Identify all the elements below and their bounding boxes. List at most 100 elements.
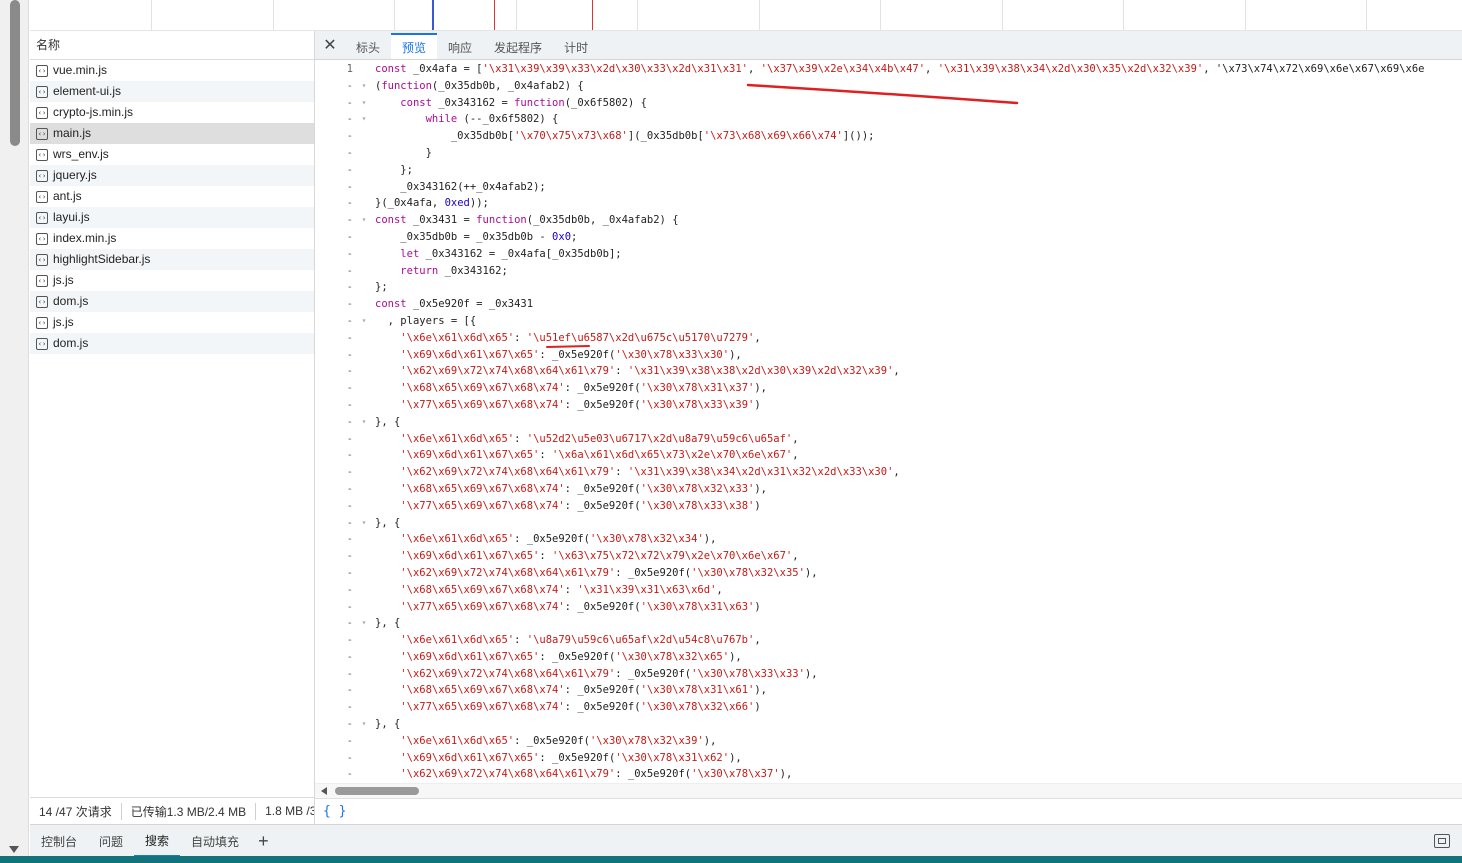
fold-toggle-icon[interactable]: ▾ [357,95,371,112]
add-tab-icon[interactable]: + [250,831,277,852]
pretty-print-button[interactable]: { } [315,798,1462,824]
request-item[interactable]: ‹› jquery.js [30,165,314,186]
code-line: - ▾ const _0x343162 = function(_0x6f5802)… [315,95,1462,112]
request-item-name: js.js [53,273,74,287]
line-number: - [346,550,353,563]
request-item[interactable]: ‹› dom.js [30,291,314,312]
scroll-left-arrow-icon[interactable] [321,787,327,795]
line-number: - [346,130,353,143]
request-item[interactable]: ‹› dom.js [30,333,314,354]
script-file-icon: ‹› [36,127,48,140]
request-item[interactable]: ‹› layui.js [30,207,314,228]
request-item-name: index.min.js [53,231,117,245]
request-item[interactable]: ‹› element-ui.js [30,81,314,102]
code-text: '\x6e\x61\x6d\x65': '\u52d2\u5e03\u6717\… [400,432,799,445]
request-item[interactable]: ‹› js.js [30,270,314,291]
line-number: - [346,533,353,546]
code-line: 1 const _0x4afa = ['\x31\x39\x39\x33\x2d\… [315,61,1462,78]
request-item[interactable]: ‹› main.js [30,123,314,144]
fold-toggle-icon [357,599,371,616]
timeline-gridline [880,0,881,30]
detail-tab[interactable]: 计时 [553,35,599,59]
detail-tab[interactable]: 预览 [391,33,438,59]
code-text: _0x35db0b = _0x35db0b - 0x0; [400,230,578,243]
horizontal-scrollbar-thumb[interactable] [335,787,419,795]
timeline-gridline [1366,0,1367,30]
code-text: '\x69\x6d\x61\x67\x65': _0x5e920f('\x30\… [400,650,742,663]
request-item[interactable]: ‹› highlightSidebar.js [30,249,314,270]
fold-toggle-icon[interactable]: ▾ [357,615,371,632]
fold-toggle-icon[interactable]: ▾ [357,111,371,128]
scroll-down-arrow-icon[interactable] [9,846,19,853]
request-item[interactable]: ‹› crypto-js.min.js [30,102,314,123]
drawer-tab[interactable]: 搜索 [134,825,181,857]
fold-toggle-icon[interactable]: ▾ [357,313,371,330]
fold-toggle-icon [357,61,371,78]
code-text: let _0x343162 = _0x4afa[_0x35db0b]; [400,247,622,260]
request-item[interactable]: ‹› wrs_env.js [30,144,314,165]
fold-toggle-icon [357,632,371,649]
code-line: - '\x62\x69\x72\x74\x68\x64\x61\x79': _0… [315,565,1462,582]
request-item-name: layui.js [53,210,90,224]
drawer-tab[interactable]: 控制台 [30,826,88,856]
timeline-gridline [1001,0,1003,30]
request-item[interactable]: ‹› vue.min.js [30,60,314,81]
request-item-name: jquery.js [53,168,97,182]
fold-toggle-icon[interactable]: ▾ [357,515,371,532]
line-number: - [346,617,353,630]
code-text: '\x62\x69\x72\x74\x68\x64\x61\x79': _0x5… [400,768,793,781]
drawer-tab[interactable]: 问题 [88,826,134,856]
fold-toggle-icon [357,750,371,767]
line-number: - [346,163,353,176]
code-text: _0x343162(++_0x4afab2); [400,180,546,193]
line-number: - [346,197,353,210]
code-line: - ▾}, { [315,515,1462,532]
fold-toggle-icon[interactable]: ▾ [357,414,371,431]
fold-toggle-icon [357,766,371,781]
drawer-tab[interactable]: 自动填充 [180,826,250,856]
fold-toggle-icon[interactable]: ▾ [357,716,371,733]
code-text: const _0x5e920f = _0x3431 [375,298,534,311]
code-text: }(_0x4afa, 0xed)); [375,197,489,210]
detail-tab[interactable]: 标头 [345,35,391,59]
request-item[interactable]: ‹› index.min.js [30,228,314,249]
left-scrollbar-thumb[interactable] [10,0,20,146]
close-icon[interactable]: ✕ [315,31,345,59]
horizontal-scrollbar[interactable] [315,783,1462,798]
line-number: - [346,466,353,479]
code-line: - '\x68\x65\x69\x67\x68\x74': _0x5e920f(… [315,481,1462,498]
code-line: - ▾ , players = [{ [315,313,1462,330]
fold-toggle-icon [357,431,371,448]
source-preview[interactable]: 1 const _0x4afa = ['\x31\x39\x39\x33\x2d\… [315,61,1462,781]
code-line: - return _0x343162; [315,263,1462,280]
fold-toggle-icon[interactable]: ▾ [357,78,371,95]
script-file-icon: ‹› [36,148,48,161]
code-line: - _0x343162(++_0x4afab2); [315,179,1462,196]
code-line: - '\x77\x65\x69\x67\x68\x74': _0x5e920f(… [315,397,1462,414]
left-scrollbar[interactable] [0,0,29,863]
request-detail-panel: ✕ 标头 预览 响应 发起程序 计时 1 const _0x4afa = ['\x31\x… [315,31,1462,824]
code-text: , players = [{ [375,314,477,327]
code-text: '\x62\x69\x72\x74\x68\x64\x61\x79': _0x5… [400,667,818,680]
request-item-name: js.js [53,315,74,329]
line-number: 1 [346,63,353,75]
line-number: - [346,113,353,126]
code-text: const _0x4afa = ['\x31\x39\x39\x33\x2d\x… [375,63,1425,75]
dock-icon[interactable] [1434,834,1450,848]
detail-tab[interactable]: 发起程序 [483,35,553,59]
code-text: '\x68\x65\x69\x67\x68\x74': _0x5e920f('\… [400,382,768,395]
timeline-load-marker [494,0,495,30]
code-line: - '\x62\x69\x72\x74\x68\x64\x61\x79': _0… [315,666,1462,683]
request-item[interactable]: ‹› ant.js [30,186,314,207]
code-line: - } [315,145,1462,162]
timeline-dom-marker [432,0,434,30]
detail-tab[interactable]: 响应 [437,35,483,59]
code-line: - '\x77\x65\x69\x67\x68\x74': _0x5e920f(… [315,699,1462,716]
code-text: '\x77\x65\x69\x67\x68\x74': _0x5e920f('\… [400,398,761,411]
code-text: '\x69\x6d\x61\x67\x65': _0x5e920f('\x30\… [400,348,742,361]
request-item[interactable]: ‹› js.js [30,312,314,333]
name-column-header[interactable]: 名称 [30,31,314,60]
code-text: '\x69\x6d\x61\x67\x65': '\x63\x75\x72\x7… [400,550,799,563]
line-number: - [346,298,353,311]
fold-toggle-icon[interactable]: ▾ [357,212,371,229]
